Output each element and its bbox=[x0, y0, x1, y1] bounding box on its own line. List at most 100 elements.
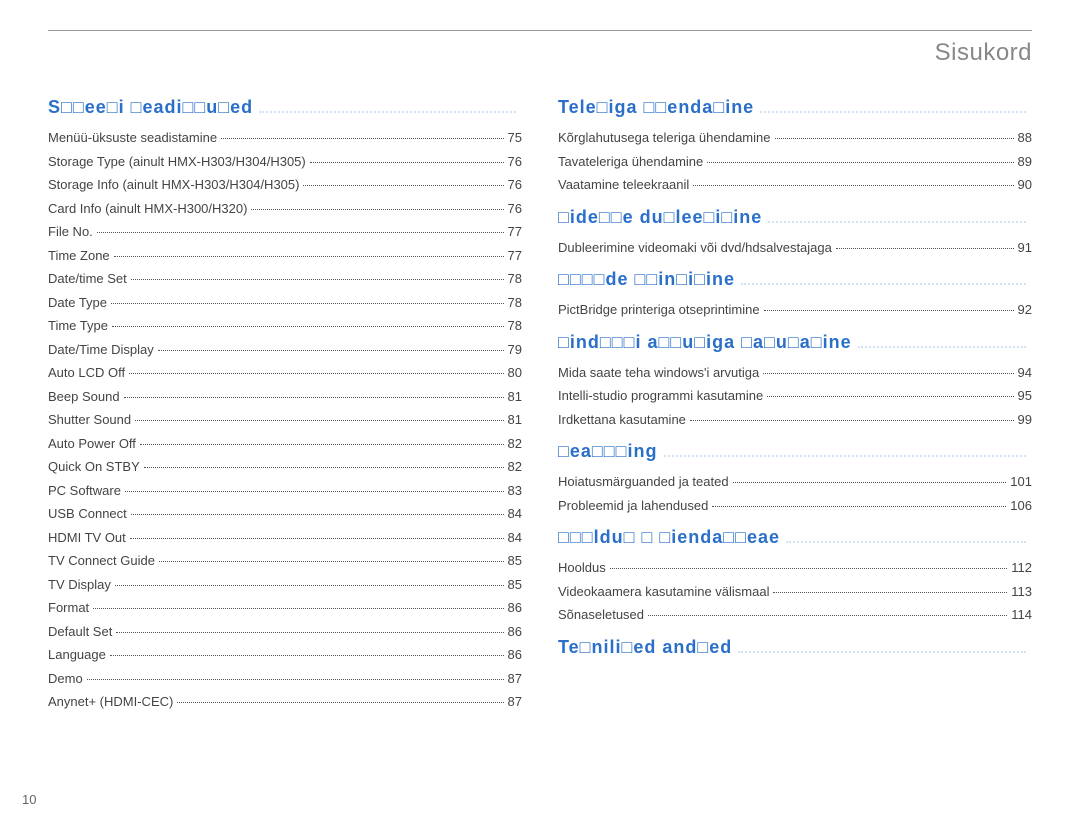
page: Sisukord S□□ee□i □eadi□□u□edMenüü-üksust… bbox=[0, 0, 1080, 736]
toc-page: 91 bbox=[1018, 238, 1032, 258]
toc-label: Tavateleriga ühendamine bbox=[558, 152, 703, 172]
leader-dots bbox=[773, 592, 1007, 593]
toc-label: Default Set bbox=[48, 622, 112, 642]
leader-dots bbox=[764, 310, 1014, 311]
toc-row: Dubleerimine videomaki või dvd/hdsalvest… bbox=[558, 238, 1032, 258]
leader-dots bbox=[129, 373, 503, 374]
leader-dots bbox=[251, 209, 503, 210]
toc-row: Time Zone77 bbox=[48, 246, 522, 266]
toc-page: 87 bbox=[508, 692, 522, 712]
leader-dots bbox=[303, 185, 503, 186]
toc-page: 77 bbox=[508, 246, 522, 266]
toc-label: Auto LCD Off bbox=[48, 363, 125, 383]
leader-dots bbox=[131, 514, 504, 515]
section-label: □ind□□□i a□□u□iga □a□u□a□ine bbox=[558, 332, 852, 353]
section-label: □ide□□e du□lee□i□ine bbox=[558, 207, 762, 228]
divider bbox=[48, 30, 1032, 31]
section-heading: S□□ee□i □eadi□□u□ed bbox=[48, 97, 522, 118]
leader-dots bbox=[741, 283, 1026, 285]
leader-dots bbox=[177, 702, 503, 703]
section-label: S□□ee□i □eadi□□u□ed bbox=[48, 97, 253, 118]
toc-page: 101 bbox=[1010, 472, 1032, 492]
toc-row: Irdkettana kasutamine99 bbox=[558, 410, 1032, 430]
section-heading: □□□ldu□ □ □ienda□□eae bbox=[558, 527, 1032, 548]
section-heading: □ea□□□ing bbox=[558, 441, 1032, 462]
leader-dots bbox=[159, 561, 504, 562]
toc-row: File No.77 bbox=[48, 222, 522, 242]
section-heading: Te□nili□ed and□ed bbox=[558, 637, 1032, 658]
toc-label: Mida saate teha windows'i arvutiga bbox=[558, 363, 759, 383]
toc-page: 90 bbox=[1018, 175, 1032, 195]
toc-page: 99 bbox=[1018, 410, 1032, 430]
toc-row: Time Type78 bbox=[48, 316, 522, 336]
toc-label: Demo bbox=[48, 669, 83, 689]
toc-label: Intelli-studio programmi kasutamine bbox=[558, 386, 763, 406]
toc-page: 87 bbox=[508, 669, 522, 689]
toc-page: 113 bbox=[1011, 582, 1032, 602]
leader-dots bbox=[693, 185, 1013, 186]
toc-label: Kõrglahutusega teleriga ühendamine bbox=[558, 128, 771, 148]
toc-row: Date/Time Display79 bbox=[48, 340, 522, 360]
leader-dots bbox=[768, 221, 1026, 223]
toc-page: 85 bbox=[508, 551, 522, 571]
leader-dots bbox=[130, 538, 504, 539]
toc-row: Hoiatusmärguanded ja teated 101 bbox=[558, 472, 1032, 492]
toc-label: TV Connect Guide bbox=[48, 551, 155, 571]
toc-row: Kõrglahutusega teleriga ühendamine88 bbox=[558, 128, 1032, 148]
toc-row: Default Set86 bbox=[48, 622, 522, 642]
leader-dots bbox=[760, 111, 1026, 113]
toc-row: Format 86 bbox=[48, 598, 522, 618]
toc-label: PC Software bbox=[48, 481, 121, 501]
toc-page: 83 bbox=[508, 481, 522, 501]
toc-row: Sõnaseletused114 bbox=[558, 605, 1032, 625]
toc-page: 76 bbox=[508, 175, 522, 195]
leader-dots bbox=[110, 655, 504, 656]
left-column: S□□ee□i □eadi□□u□edMenüü-üksuste seadist… bbox=[48, 85, 522, 716]
toc-label: Probleemid ja lahendused bbox=[558, 496, 708, 516]
leader-dots bbox=[707, 162, 1013, 163]
toc-page: 78 bbox=[508, 269, 522, 289]
toc-page: 82 bbox=[508, 434, 522, 454]
leader-dots bbox=[767, 396, 1013, 397]
leader-dots bbox=[221, 138, 503, 139]
toc-row: Anynet+ (HDMI-CEC)87 bbox=[48, 692, 522, 712]
leader-dots bbox=[111, 303, 504, 304]
toc-page: 114 bbox=[1011, 605, 1032, 625]
leader-dots bbox=[116, 632, 503, 633]
toc-label: Videokaamera kasutamine välismaal bbox=[558, 582, 769, 602]
toc-row: Demo 87 bbox=[48, 669, 522, 689]
section-heading: □□□□de □□in□i□ine bbox=[558, 269, 1032, 290]
section-label: Tele□iga □□enda□ine bbox=[558, 97, 754, 118]
toc-label: Vaatamine teleekraanil bbox=[558, 175, 689, 195]
toc-label: Format bbox=[48, 598, 89, 618]
toc-page: 76 bbox=[508, 152, 522, 172]
toc-page: 86 bbox=[508, 598, 522, 618]
leader-dots bbox=[115, 585, 504, 586]
section-heading: □ide□□e du□lee□i□ine bbox=[558, 207, 1032, 228]
toc-row: HDMI TV Out84 bbox=[48, 528, 522, 548]
leader-dots bbox=[158, 350, 504, 351]
toc-label: Time Type bbox=[48, 316, 108, 336]
toc-label: TV Display bbox=[48, 575, 111, 595]
toc-label: PictBridge printeriga otseprintimine bbox=[558, 300, 760, 320]
toc-label: USB Connect bbox=[48, 504, 127, 524]
toc-row: PictBridge printeriga otseprintimine92 bbox=[558, 300, 1032, 320]
toc-page: 77 bbox=[508, 222, 522, 242]
toc-label: Hooldus bbox=[558, 558, 606, 578]
toc-row: Storage Info (ainult HMX-H303/H304/H305)… bbox=[48, 175, 522, 195]
toc-row: Hooldus 112 bbox=[558, 558, 1032, 578]
toc-page: 106 bbox=[1010, 496, 1032, 516]
toc-row: TV Display85 bbox=[48, 575, 522, 595]
toc-row: Mida saate teha windows'i arvutiga94 bbox=[558, 363, 1032, 383]
toc-page: 112 bbox=[1011, 558, 1032, 578]
toc-row: Videokaamera kasutamine välismaal 113 bbox=[558, 582, 1032, 602]
toc-row: USB Connect84 bbox=[48, 504, 522, 524]
toc-label: Beep Sound bbox=[48, 387, 120, 407]
toc-label: Hoiatusmärguanded ja teated bbox=[558, 472, 729, 492]
leader-dots bbox=[690, 420, 1014, 421]
leader-dots bbox=[114, 256, 504, 257]
toc-row: Date Type78 bbox=[48, 293, 522, 313]
toc-row: Card Info (ainult HMX-H300/H320)76 bbox=[48, 199, 522, 219]
leader-dots bbox=[131, 279, 504, 280]
toc-page: 76 bbox=[508, 199, 522, 219]
